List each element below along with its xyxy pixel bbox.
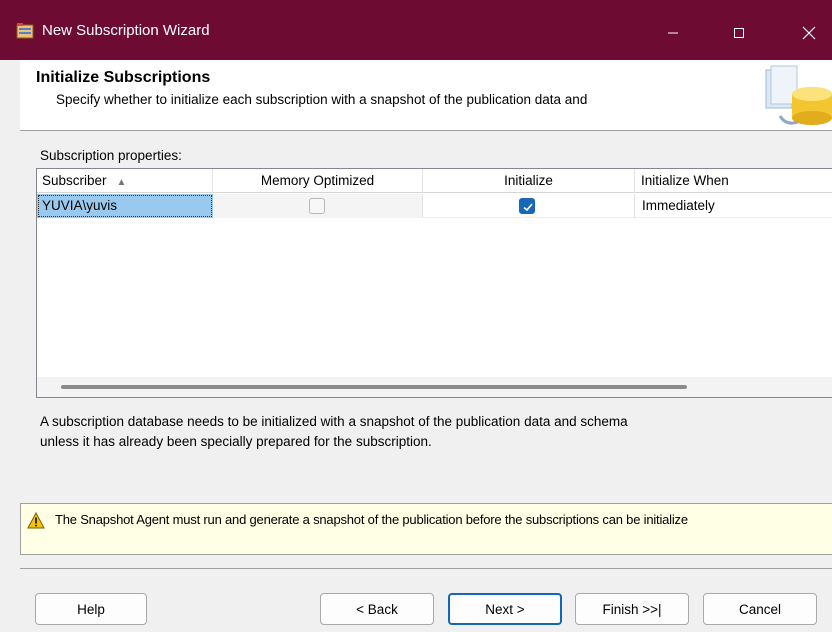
page-subtitle: Specify whether to initialize each subsc… — [56, 92, 588, 107]
subscription-properties-label: Subscription properties: — [40, 148, 182, 163]
initialize-when-cell[interactable]: Immediately — [635, 194, 832, 218]
finish-button[interactable]: Finish >>| — [575, 593, 689, 625]
column-header-memory-optimized[interactable]: Memory Optimized — [213, 169, 423, 193]
back-button[interactable]: < Back — [320, 593, 434, 625]
window-title: New Subscription Wizard — [42, 22, 210, 39]
warning-icon — [27, 511, 45, 529]
description-text: A subscription database needs to be init… — [40, 412, 800, 452]
table-row[interactable]: YUVIA\yuvis Immediately — [37, 194, 832, 218]
wizard-header: Initialize Subscriptions Specify whether… — [20, 60, 832, 130]
footer-divider — [20, 568, 832, 569]
cancel-button[interactable]: Cancel — [703, 593, 817, 625]
wizard-window: New Subscription Wizard Initialize Subsc… — [0, 0, 832, 632]
column-header-initialize-when[interactable]: Initialize When — [635, 169, 832, 193]
maximize-icon[interactable] — [716, 16, 762, 50]
close-icon[interactable] — [786, 16, 832, 50]
memory-optimized-cell — [213, 194, 423, 218]
next-button[interactable]: Next > — [448, 593, 562, 625]
initialize-checkbox[interactable] — [519, 198, 535, 214]
database-sync-icon — [762, 64, 832, 130]
memory-optimized-checkbox — [309, 198, 325, 214]
column-header-subscriber[interactable]: Subscriber ▲ — [37, 169, 213, 193]
app-icon — [16, 23, 34, 39]
description-line-2: unless it has already been specially pre… — [40, 434, 432, 449]
sort-ascending-icon: ▲ — [116, 177, 127, 188]
subscription-properties-grid[interactable]: Subscriber ▲ Memory Optimized Initialize … — [36, 168, 832, 398]
column-header-label: Subscriber — [42, 173, 107, 188]
grid-header: Subscriber ▲ Memory Optimized Initialize … — [37, 169, 832, 193]
warning-text: The Snapshot Agent must run and generate… — [55, 512, 688, 527]
title-bar[interactable]: New Subscription Wizard — [0, 0, 832, 60]
header-divider — [20, 130, 832, 131]
initialize-cell[interactable] — [423, 194, 635, 218]
column-header-initialize[interactable]: Initialize — [423, 169, 635, 193]
scrollbar-thumb[interactable] — [61, 385, 687, 389]
page-title: Initialize Subscriptions — [36, 69, 211, 86]
horizontal-scrollbar[interactable] — [37, 377, 832, 397]
minimize-icon[interactable] — [650, 16, 696, 50]
subscriber-cell[interactable]: YUVIA\yuvis — [37, 194, 213, 218]
warning-message: The Snapshot Agent must run and generate… — [20, 503, 832, 555]
help-button[interactable]: Help — [35, 593, 147, 625]
description-line-1: A subscription database needs to be init… — [40, 414, 628, 429]
